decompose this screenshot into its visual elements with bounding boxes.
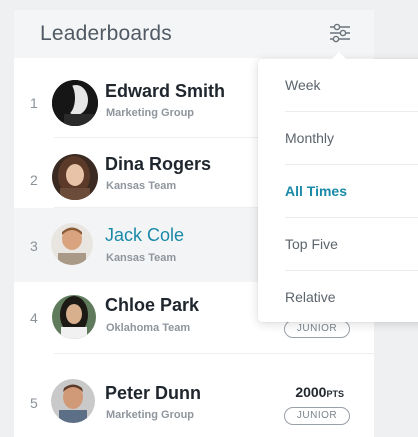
- avatar: [52, 295, 96, 339]
- sliders-icon: [330, 23, 350, 43]
- dropdown-item-label: Week: [285, 77, 321, 93]
- dropdown-item-label: Top Five: [285, 236, 338, 252]
- dropdown-item-week[interactable]: Week: [258, 59, 418, 111]
- player-name: Jack Cole: [105, 225, 185, 245]
- dropdown-item-all-times[interactable]: All Times: [258, 165, 418, 217]
- player-name: Edward Smith: [105, 81, 226, 101]
- team-name: Marketing Group: [106, 107, 195, 119]
- player-name: Chloe Park: [105, 295, 200, 315]
- dropdown-item-monthly[interactable]: Monthly: [258, 112, 418, 164]
- team-name: Kansas Team: [106, 180, 177, 192]
- avatar: [51, 379, 95, 423]
- filter-dropdown: Week Monthly All Times Top Five Relative: [258, 52, 418, 323]
- dropdown-item-label: Monthly: [285, 130, 335, 146]
- rank-number: 5: [30, 395, 38, 411]
- avatar: [51, 223, 93, 265]
- avatar: [52, 154, 98, 200]
- points-number: 2000: [295, 384, 327, 400]
- rank-badge: JUNIOR: [284, 407, 350, 425]
- page-title: Leaderboards: [40, 22, 172, 45]
- team-name: Kansas Team: [106, 252, 177, 264]
- rank-number: 4: [30, 310, 38, 326]
- dropdown-item-relative[interactable]: Relative: [258, 271, 418, 323]
- player-name: Dina Rogers: [105, 154, 212, 174]
- filter-button[interactable]: [328, 22, 352, 44]
- rank-number: 2: [30, 172, 38, 188]
- leaderboard-row[interactable]: 5 Peter Dunn Marketing Group 2000PTS JUN…: [14, 354, 374, 437]
- dropdown-caret: [332, 52, 346, 59]
- rank-number: 1: [30, 95, 38, 111]
- points-value: 2000PTS: [295, 384, 344, 400]
- team-name: Oklahoma Team: [106, 322, 191, 334]
- dropdown-item-top-five[interactable]: Top Five: [258, 218, 418, 270]
- points-unit: PTS: [326, 389, 344, 399]
- player-name: Peter Dunn: [105, 383, 202, 403]
- dropdown-item-label: All Times: [285, 183, 347, 199]
- team-name: Marketing Group: [106, 409, 195, 421]
- dropdown-item-label: Relative: [285, 289, 336, 305]
- rank-number: 3: [30, 238, 38, 254]
- leaderboard-header: Leaderboards: [14, 10, 374, 58]
- avatar: [52, 80, 98, 126]
